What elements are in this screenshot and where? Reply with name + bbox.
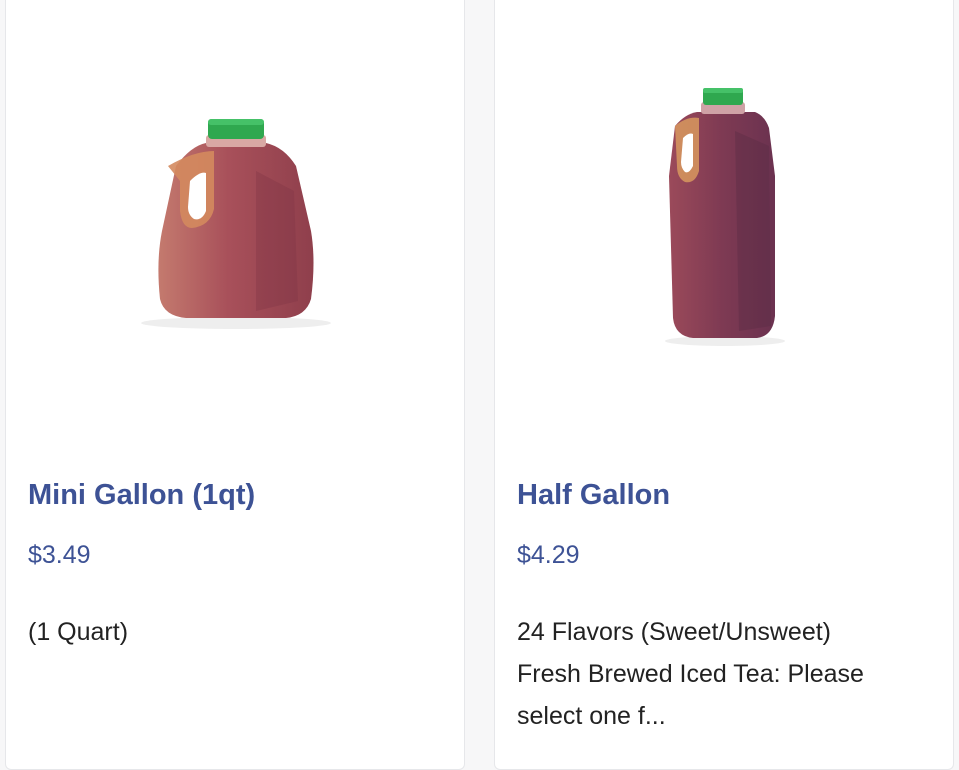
product-price: $3.49: [28, 541, 91, 569]
product-image[interactable]: [635, 86, 815, 361]
product-description: (1 Quart): [28, 611, 448, 653]
product-price: $4.29: [517, 541, 580, 569]
description-line: 24 Flavors (Sweet/Unsweet): [517, 618, 832, 646]
product-title[interactable]: Half Gallon: [517, 479, 670, 512]
product-description: 24 Flavors (Sweet/Unsweet) Fresh Brewed …: [517, 611, 937, 737]
description-line: (1 Quart): [28, 618, 129, 646]
product-title[interactable]: Mini Gallon (1qt): [28, 479, 255, 512]
tea-jug-icon: [141, 119, 331, 329]
product-card-mini-gallon[interactable]: Mini Gallon (1qt) $3.49 (1 Quart): [5, 0, 465, 770]
product-image[interactable]: [106, 111, 366, 341]
product-card-half-gallon[interactable]: Half Gallon $4.29 24 Flavors (Sweet/Unsw…: [494, 0, 954, 770]
description-line: Fresh Brewed Iced Tea: Please: [517, 660, 864, 688]
description-line: select one f...: [517, 702, 666, 730]
tea-jug-icon: [665, 88, 785, 346]
